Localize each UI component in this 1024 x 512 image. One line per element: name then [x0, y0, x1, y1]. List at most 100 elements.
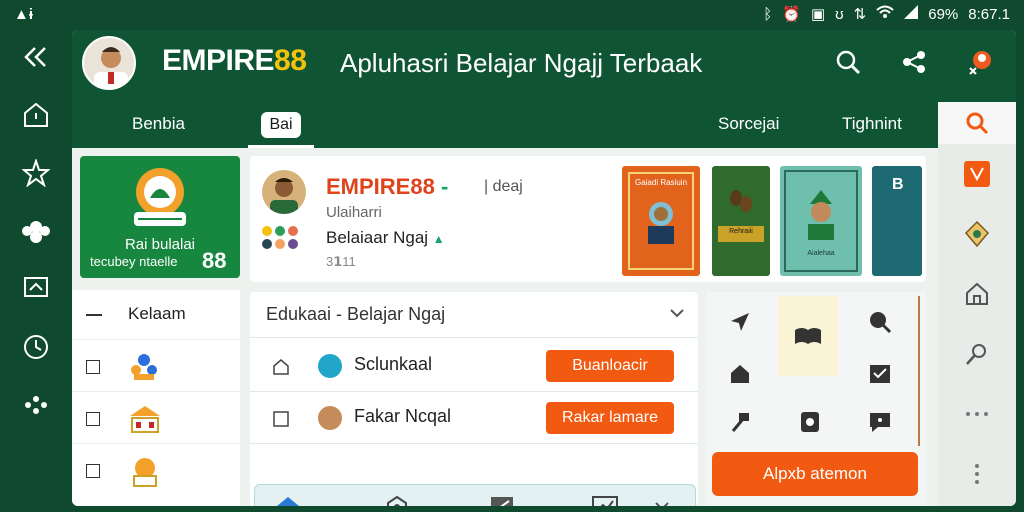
open-book-icon: [795, 328, 821, 344]
message-button[interactable]: [850, 396, 910, 448]
chat-icon: [318, 354, 342, 378]
book-cover[interactable]: Gaiadi Rasiuin: [622, 166, 700, 276]
location-icon[interactable]: [385, 495, 409, 506]
profile-name: EMPIRE88 -: [326, 174, 448, 200]
group-icon: [22, 221, 50, 243]
search-button[interactable]: [832, 46, 864, 78]
wifi-icon: [876, 5, 894, 23]
book-title: B: [892, 176, 904, 193]
left-rail: [0, 28, 72, 512]
profile-name-text: EMPIRE88: [326, 174, 435, 199]
promo-tile[interactable]: Rai bulalai tecubey ntaelle 88: [80, 156, 240, 278]
send-button[interactable]: [710, 296, 770, 348]
status-left-glyph: ▲ɨ: [14, 5, 34, 23]
content-panel: Edukaai - Belajar Ngaj Sclunkaal Buanloa…: [250, 292, 698, 506]
data-icon: ⇅: [853, 6, 867, 23]
avatar[interactable]: [82, 36, 136, 90]
right-more-button[interactable]: [938, 384, 1016, 444]
rail-group-button[interactable]: [8, 202, 64, 260]
battery-label: 69%: [928, 5, 959, 23]
profile-menu-button[interactable]: [964, 46, 996, 78]
right-search-button[interactable]: [938, 102, 1016, 144]
promo-number: 88: [202, 248, 227, 273]
edit-board-icon[interactable]: [489, 495, 515, 506]
more-vertical-icon: [975, 464, 979, 484]
avatar: [318, 406, 342, 430]
bluetooth-icon: ᛒ: [763, 5, 773, 23]
tool-button[interactable]: [710, 396, 770, 448]
content-header[interactable]: Edukaai - Belajar Ngaj: [250, 292, 698, 338]
right-rail: [938, 102, 1016, 506]
promo-line2: tecubey ntaelle: [90, 254, 178, 269]
list-item[interactable]: Fakar Ncqal Rakar lamare: [250, 392, 698, 444]
check-button[interactable]: [850, 348, 910, 400]
rail-more-button[interactable]: [8, 376, 64, 434]
double-chevron-left-icon: [24, 47, 46, 67]
right-home-button[interactable]: [938, 264, 1016, 324]
rail-home-button[interactable]: [8, 86, 64, 144]
coffee-beans-icon: [730, 190, 752, 212]
header-actions: [832, 46, 996, 78]
badge-dot: [262, 239, 272, 249]
zoom-button[interactable]: [850, 296, 910, 348]
primary-action-button[interactable]: Alpxb atemon: [712, 452, 918, 496]
school-icon: [130, 406, 160, 433]
menu-header[interactable]: Kelaam: [72, 290, 240, 340]
row-action-button[interactable]: Buanloacir: [546, 350, 674, 382]
menu-item[interactable]: [72, 446, 240, 496]
book-title: Gaiadi Rasiuin: [634, 178, 688, 187]
portrait-icon: [648, 202, 674, 244]
chevron-down-icon[interactable]: [655, 501, 669, 506]
signal-icon: [904, 5, 919, 23]
profile-sub: | deaj: [484, 178, 523, 195]
book-cover[interactable]: Aialehaa: [780, 166, 862, 276]
home-grid-button[interactable]: [710, 348, 770, 400]
menu-item[interactable]: [72, 394, 240, 444]
brand-logo: EMPIRE88: [162, 44, 307, 78]
profile-line2-text: Belaiaar Ngaj: [326, 228, 429, 247]
rail-clock-button[interactable]: [8, 318, 64, 376]
home-icon[interactable]: [275, 495, 301, 506]
app-header: EMPIRE88 Apluhasri Belajar Ngajj Terbaak…: [72, 30, 1016, 148]
row-action-button[interactable]: Rakar lamare: [546, 402, 674, 434]
badge-dot: [288, 239, 298, 249]
hammer-icon: [731, 413, 749, 432]
right-pin-button[interactable]: [938, 324, 1016, 384]
book-cover[interactable]: Rehraiii: [712, 166, 770, 276]
rail-star-button[interactable]: [8, 144, 64, 202]
list-item-label: Sclunkaal: [354, 354, 433, 374]
message-icon: [870, 413, 890, 432]
home-icon: [731, 365, 749, 383]
tab-benbia[interactable]: Benbia: [132, 102, 185, 148]
right-bookmark-button[interactable]: [938, 144, 1016, 204]
house-outline-icon: [273, 359, 289, 375]
tab-bai[interactable]: Bai: [248, 102, 314, 148]
chevron-down-icon: [670, 309, 684, 318]
status-icons: ᛒ ⏰ ▣ ʊ ⇅ 69% 8:67.1: [763, 5, 1010, 23]
share-button[interactable]: [898, 46, 930, 78]
right-more-vertical-button[interactable]: [938, 444, 1016, 504]
tab-sorcejai[interactable]: Sorcejai: [718, 102, 779, 148]
list-item[interactable]: Sclunkaal Buanloacir: [250, 340, 698, 392]
share-icon: [903, 51, 925, 73]
board-icon: [24, 277, 48, 297]
device-button[interactable]: [780, 396, 840, 448]
profile-sep: -: [440, 174, 449, 199]
profile-card[interactable]: EMPIRE88 - | deaj Ulaiharri Belaiaar Nga…: [250, 156, 926, 282]
tab-bar: Benbia Bai Sorcejai Tighnint: [72, 102, 938, 148]
book-cover[interactable]: B: [872, 166, 922, 276]
alarm-icon: ⏰: [782, 6, 801, 23]
checkbox-icon: [86, 412, 100, 426]
rail-board-button[interactable]: [8, 260, 64, 318]
scrollbar[interactable]: [918, 296, 920, 446]
back-chevrons-button[interactable]: [8, 28, 64, 86]
chart-icon[interactable]: [591, 495, 619, 506]
status-bar: ▲ɨ ᛒ ⏰ ▣ ʊ ⇅ 69% 8:67.1: [0, 0, 1024, 28]
checkbox-icon: [86, 360, 100, 374]
right-mosque-button[interactable]: [938, 204, 1016, 264]
book-tile[interactable]: [778, 296, 838, 376]
tab-tighnint[interactable]: Tighnint: [842, 102, 902, 148]
menu-item[interactable]: [72, 342, 240, 392]
profile-avatar: [262, 170, 306, 214]
clock-icon: [24, 335, 48, 359]
